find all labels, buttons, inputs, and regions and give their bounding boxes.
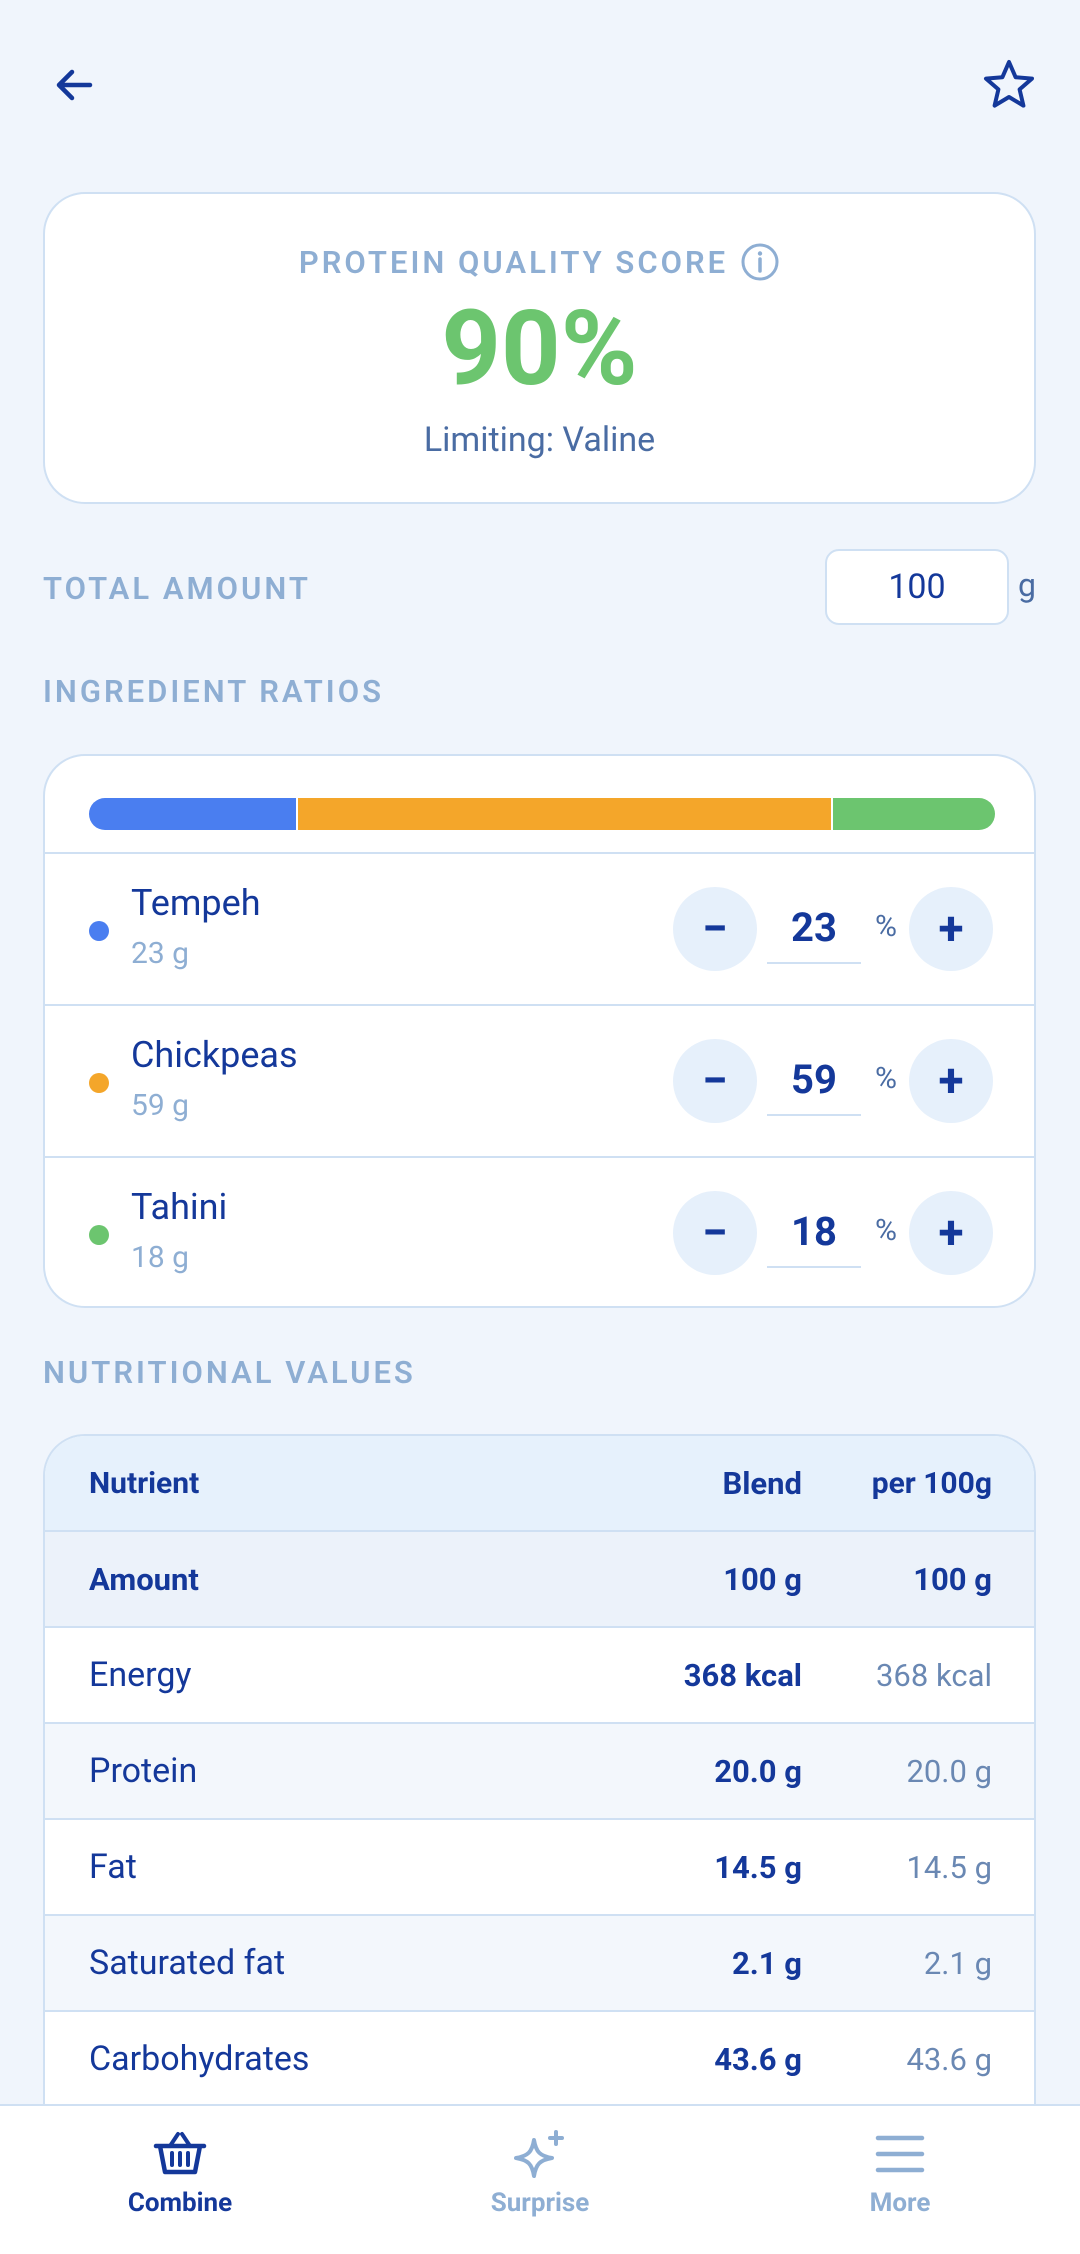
basket-icon [153, 2132, 207, 2175]
nutrition-table: Nutrient Blend per 100g Amount 100 g 100… [43, 1434, 1036, 2194]
decrease-button[interactable]: − [673, 1039, 757, 1123]
score-title-row: PROTEIN QUALITY SCORE [45, 242, 1034, 282]
ingredient-color-dot [89, 1073, 109, 1093]
ratio-segment-tahini [830, 798, 995, 830]
nutrient-per100g: 20.0 g [906, 1752, 992, 1790]
nutrient-blend: 43.6 g [714, 2040, 802, 2078]
nav-label: Surprise [490, 2188, 590, 2218]
nutrient-blend: 14.5 g [714, 1848, 802, 1886]
table-row: Energy 368 kcal 368 kcal [45, 1628, 1034, 1724]
percent-sign: % [875, 909, 897, 944]
arrow-left-icon [56, 69, 93, 101]
ingredient-row: Tempeh 23 g − 23 % + [45, 852, 1034, 1004]
nutrient-blend: 2.1 g [732, 1944, 802, 1982]
ratio-segment-chickpeas [296, 798, 831, 830]
percent-sign: % [875, 1213, 897, 1248]
increase-button[interactable]: + [909, 1039, 993, 1123]
percent-input[interactable]: 23 [767, 892, 861, 964]
ingredient-grams: 59 g [131, 1088, 190, 1123]
nutrient-name: Fat [89, 1847, 137, 1887]
table-row: Amount 100 g 100 g [45, 1532, 1034, 1628]
ingredient-ratios-card: Tempeh 23 g − 23 % + Chickpeas 59 g − 59… [43, 754, 1036, 1308]
nutrient-blend: 368 kcal [683, 1656, 802, 1694]
column-header-blend: Blend [722, 1464, 802, 1502]
info-icon[interactable] [740, 242, 780, 282]
table-header-row: Nutrient Blend per 100g [45, 1436, 1034, 1532]
nav-label: More [869, 2188, 931, 2218]
ingredient-row: Chickpeas 59 g − 59 % + [45, 1004, 1034, 1156]
decrease-button[interactable]: − [673, 887, 757, 971]
table-row: Saturated fat 2.1 g 2.1 g [45, 1916, 1034, 2012]
nutrient-name: Saturated fat [89, 1943, 286, 1983]
nutrient-per100g: 2.1 g [923, 1944, 992, 1982]
nutrient-name: Energy [89, 1655, 192, 1695]
ingredient-color-dot [89, 921, 109, 941]
nav-label: Combine [127, 2188, 233, 2218]
menu-icon [875, 2135, 925, 2173]
score-title: PROTEIN QUALITY SCORE [298, 243, 729, 281]
ingredient-color-dot [89, 1225, 109, 1245]
sparkle-icon [514, 2130, 564, 2178]
ingredient-ratios-label: INGREDIENT RATIOS [43, 673, 385, 710]
decrease-button[interactable]: − [673, 1191, 757, 1275]
nutrient-blend: 20.0 g [714, 1752, 802, 1790]
percent-input[interactable]: 18 [767, 1196, 861, 1268]
back-button[interactable] [29, 40, 119, 130]
nutrient-name: Amount [89, 1560, 199, 1598]
limiting-amino-acid: Limiting: Valine [423, 420, 656, 460]
ingredient-row: Tahini 18 g − 18 % + [45, 1156, 1034, 1306]
favorite-button[interactable] [964, 40, 1054, 130]
nutrient-blend: 100 g [723, 1560, 802, 1598]
nutrient-per100g: 100 g [913, 1560, 992, 1598]
table-row: Protein 20.0 g 20.0 g [45, 1724, 1034, 1820]
ingredient-name: Tahini [131, 1186, 228, 1228]
ingredient-name: Tempeh [131, 882, 261, 924]
star-outline-icon [984, 60, 1034, 108]
ratio-segment-tempeh [89, 798, 297, 830]
protein-quality-card: PROTEIN QUALITY SCORE 90% Limiting: Vali… [43, 192, 1036, 504]
table-row: Carbohydrates 43.6 g 43.6 g [45, 2012, 1034, 2108]
ingredient-grams: 23 g [131, 936, 190, 971]
nav-item-combine[interactable]: Combine [0, 2106, 360, 2254]
nutrient-per100g: 14.5 g [906, 1848, 992, 1886]
score-value: 90% [441, 289, 638, 410]
total-amount-input[interactable]: 100 [825, 549, 1009, 625]
bottom-navigation: Combine Surprise More [0, 2104, 1080, 2254]
nutrient-per100g: 368 kcal [876, 1656, 992, 1694]
nav-item-more[interactable]: More [720, 2106, 1080, 2254]
nutrient-name: Protein [89, 1751, 198, 1791]
column-header-nutrient: Nutrient [89, 1465, 200, 1501]
ratio-distribution-bar [89, 798, 995, 830]
nutrient-name: Carbohydrates [89, 2039, 310, 2079]
percent-input[interactable]: 59 [767, 1044, 861, 1116]
increase-button[interactable]: + [909, 887, 993, 971]
nav-item-surprise[interactable]: Surprise [360, 2106, 720, 2254]
nutrient-per100g: 43.6 g [906, 2040, 992, 2078]
total-amount-unit: g [1018, 566, 1036, 604]
table-row: Fat 14.5 g 14.5 g [45, 1820, 1034, 1916]
nutritional-values-label: NUTRITIONAL VALUES [43, 1354, 416, 1391]
column-header-per100g: per 100g [871, 1465, 992, 1501]
total-amount-label: TOTAL AMOUNT [43, 570, 311, 607]
percent-sign: % [875, 1061, 897, 1096]
increase-button[interactable]: + [909, 1191, 993, 1275]
ingredient-grams: 18 g [131, 1240, 190, 1275]
ingredient-name: Chickpeas [131, 1034, 298, 1076]
